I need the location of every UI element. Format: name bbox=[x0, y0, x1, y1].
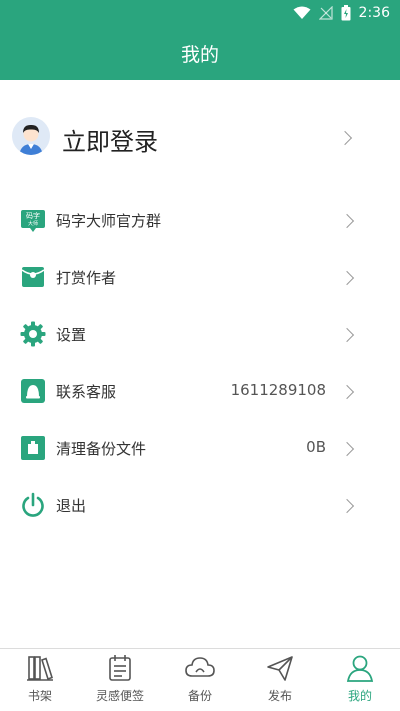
qq-icon bbox=[21, 379, 45, 403]
page-title: 我的 bbox=[180, 43, 219, 66]
chevron-right-icon bbox=[339, 270, 355, 286]
menu-item-settings[interactable]: 设置 bbox=[0, 307, 400, 363]
page-header: 我的 bbox=[0, 26, 400, 80]
profile-content: 立即登录 码字 大师 码字大师官方群 打赏作者 设置 联系客服 16112891… bbox=[0, 80, 400, 648]
notes-icon bbox=[109, 655, 131, 681]
menu-label: 退出 bbox=[56, 497, 87, 515]
status-time: 2:36 bbox=[358, 5, 390, 21]
service-number: 1611289108 bbox=[230, 381, 326, 399]
avatar bbox=[12, 117, 50, 155]
profile-icon bbox=[346, 655, 374, 682]
chevron-right-icon bbox=[339, 327, 355, 343]
menu-label: 联系客服 bbox=[56, 383, 117, 401]
group-icon-text-2: 大师 bbox=[28, 220, 38, 227]
menu-label: 设置 bbox=[56, 326, 87, 344]
status-bar: 2:36 bbox=[0, 0, 400, 26]
signal-icon bbox=[318, 6, 333, 20]
nav-label: 发布 bbox=[267, 689, 292, 703]
battery-icon bbox=[341, 5, 351, 21]
nav-item-backup[interactable]: 备份 bbox=[160, 649, 240, 711]
nav-item-profile[interactable]: 我的 bbox=[320, 649, 400, 711]
cloud-icon bbox=[185, 657, 215, 677]
nav-item-bookshelf[interactable]: 书架 bbox=[0, 649, 80, 711]
power-icon bbox=[22, 492, 44, 517]
nav-label: 书架 bbox=[27, 689, 52, 703]
group-icon-text-1: 码字 bbox=[26, 211, 40, 220]
send-icon bbox=[267, 656, 293, 681]
menu-label: 打赏作者 bbox=[56, 269, 117, 287]
menu-item-customer-service[interactable]: 联系客服 1611289108 bbox=[0, 364, 400, 420]
backup-size: 0B bbox=[306, 438, 326, 456]
red-envelope-icon bbox=[21, 267, 45, 287]
chevron-right-icon bbox=[339, 384, 355, 400]
backup-file-icon bbox=[21, 436, 45, 460]
menu-item-tip-author[interactable]: 打赏作者 bbox=[0, 250, 400, 306]
group-icon: 码字 大师 bbox=[21, 210, 45, 232]
login-label: 立即登录 bbox=[62, 128, 158, 156]
chevron-right-icon bbox=[339, 213, 355, 229]
login-row[interactable]: 立即登录 bbox=[0, 108, 400, 166]
nav-label: 我的 bbox=[347, 689, 372, 703]
menu-label: 码字大师官方群 bbox=[56, 212, 162, 230]
nav-label: 灵感便签 bbox=[95, 689, 144, 703]
avatar-icon bbox=[12, 117, 50, 155]
gear-icon bbox=[20, 321, 46, 347]
bookshelf-icon bbox=[27, 656, 53, 681]
chevron-right-icon bbox=[339, 441, 355, 457]
bottom-nav: 书架 灵感便签 备份 发布 我的 bbox=[0, 648, 400, 711]
menu-item-clear-backup[interactable]: 清理备份文件 0B bbox=[0, 421, 400, 477]
wifi-icon bbox=[293, 6, 311, 19]
menu-label: 清理备份文件 bbox=[56, 440, 147, 458]
chevron-right-icon bbox=[339, 498, 355, 514]
nav-label: 备份 bbox=[187, 689, 212, 703]
nav-item-publish[interactable]: 发布 bbox=[240, 649, 320, 711]
nav-item-notes[interactable]: 灵感便签 bbox=[80, 649, 160, 711]
menu-item-official-group[interactable]: 码字 大师 码字大师官方群 bbox=[0, 193, 400, 249]
menu-item-logout[interactable]: 退出 bbox=[0, 478, 400, 534]
chevron-right-icon bbox=[337, 130, 353, 146]
